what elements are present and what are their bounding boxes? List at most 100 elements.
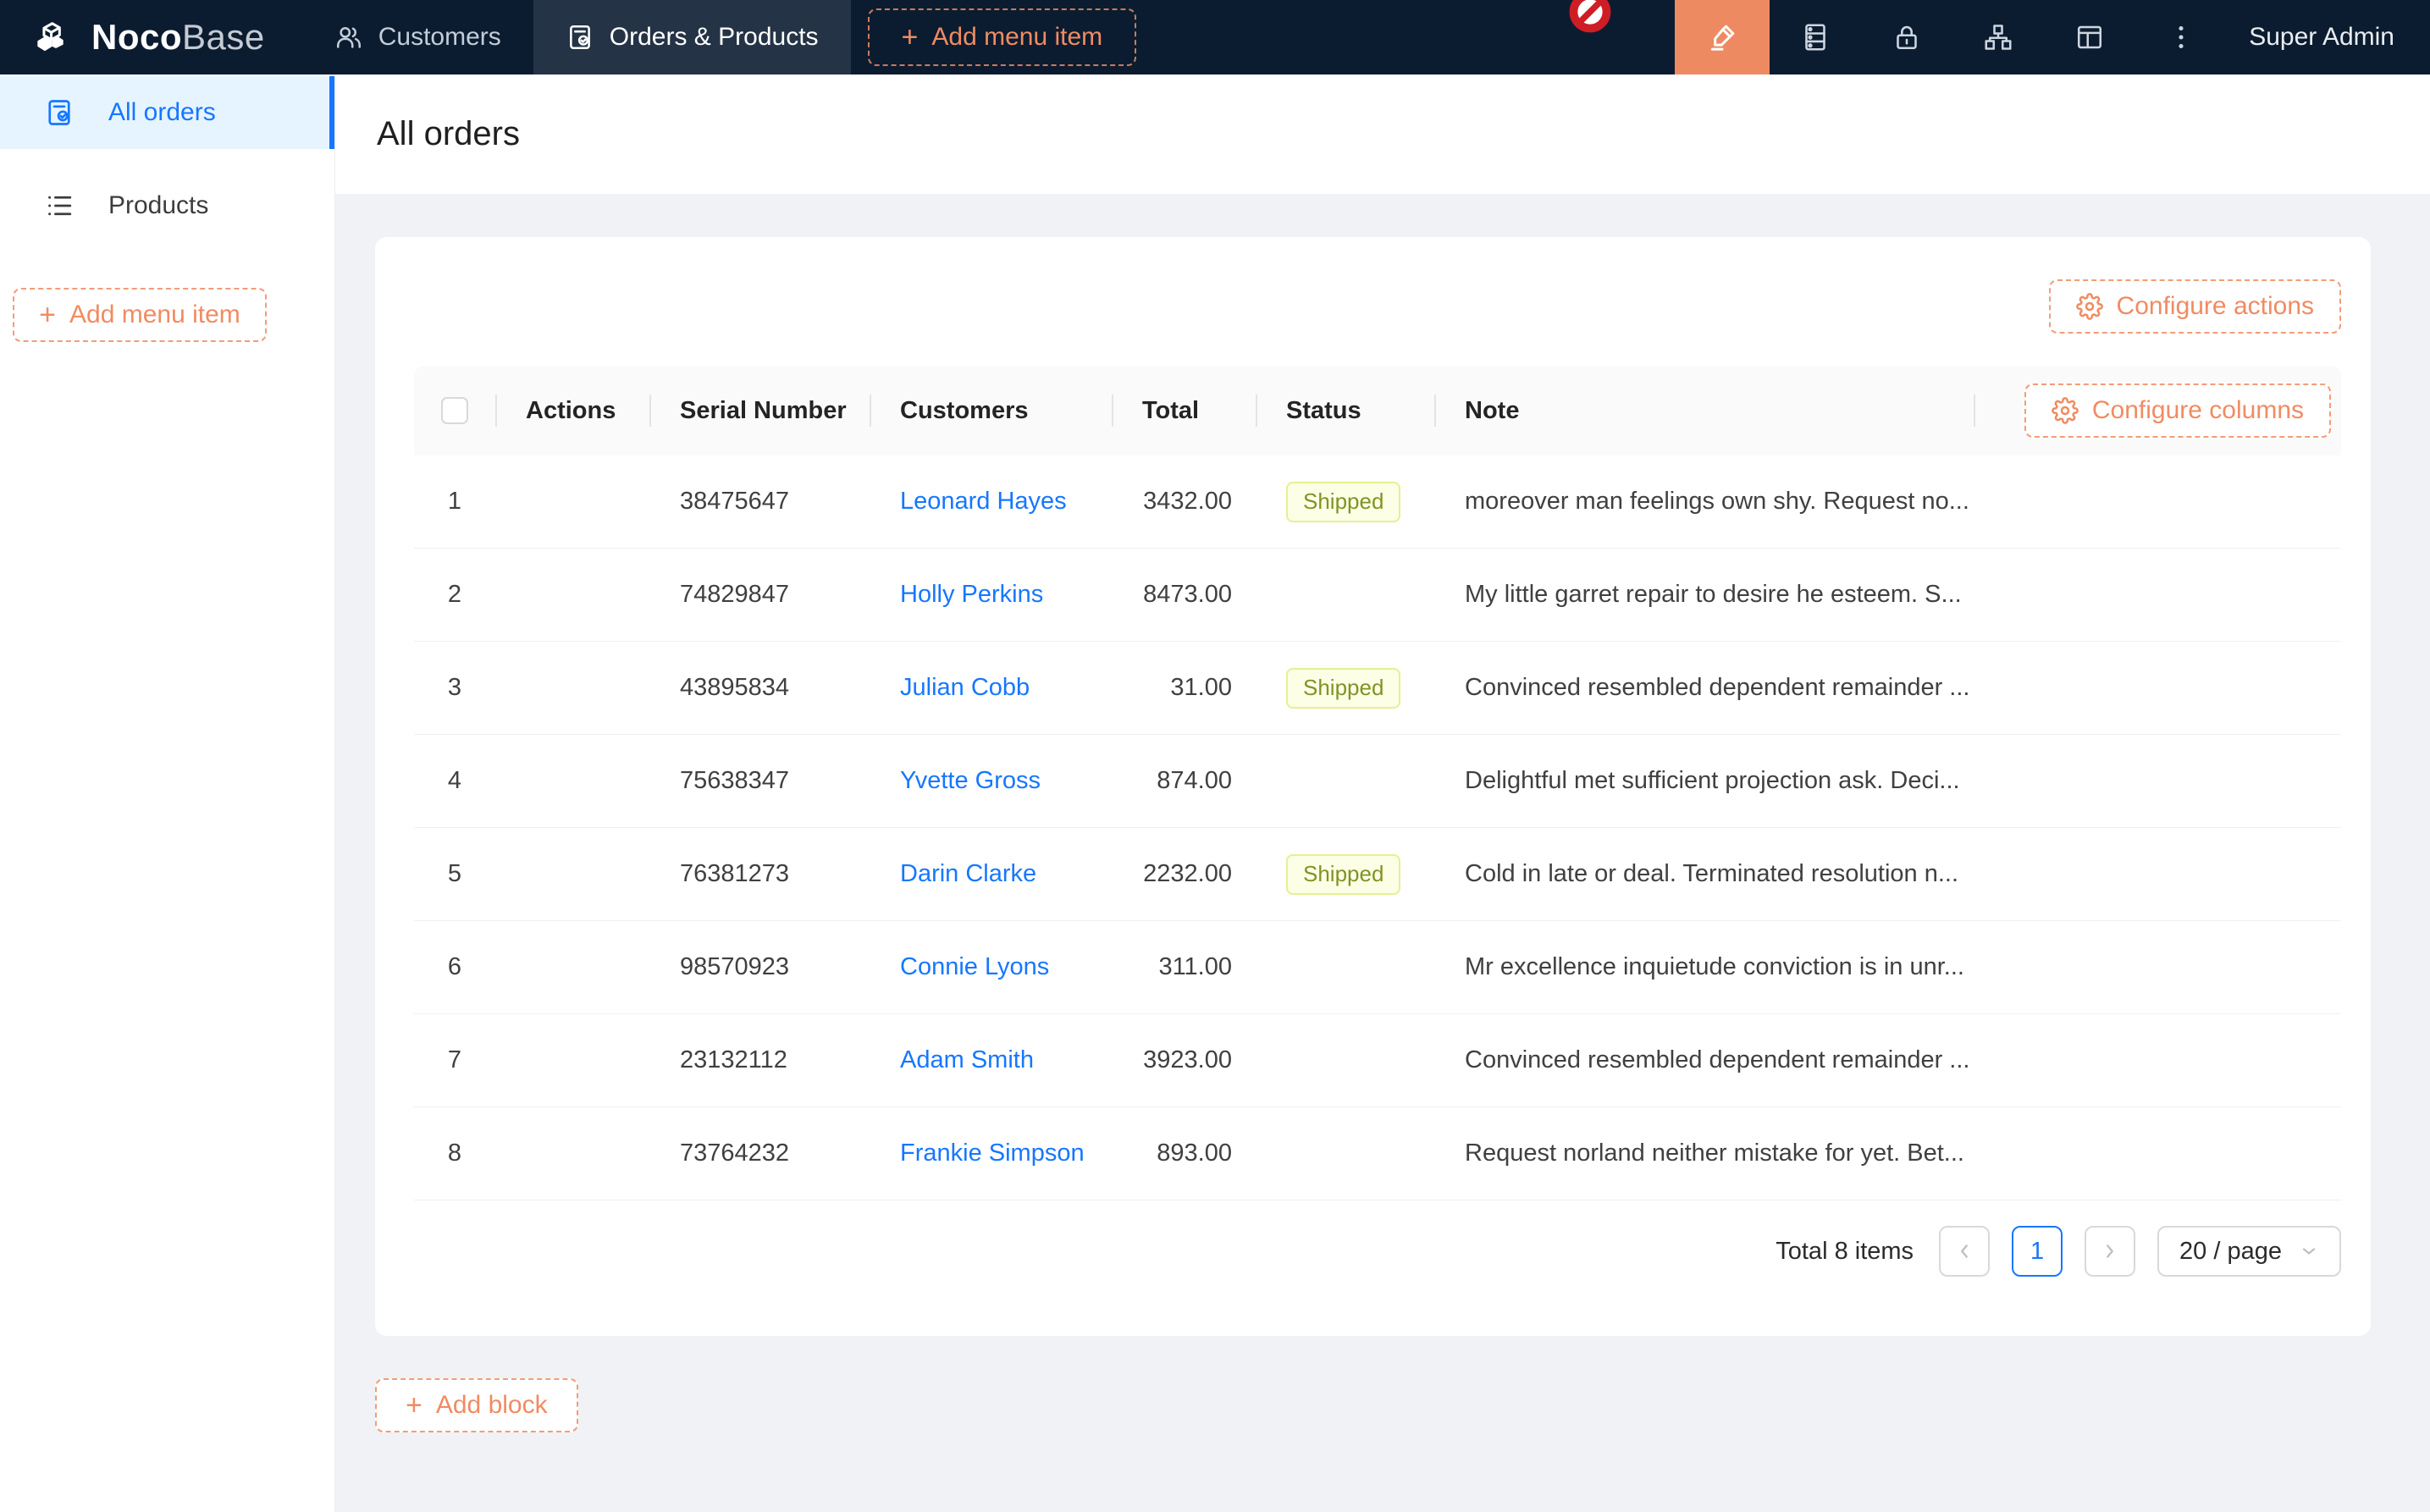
note-cell: Convinced resembled dependent remainder …	[1434, 1014, 1974, 1106]
orders-table-block: Configure actions Actions Serial Number …	[375, 237, 2371, 1336]
lock-icon	[1892, 22, 1922, 52]
status-tag: Shipped	[1286, 668, 1400, 709]
table-row[interactable]: 475638347Yvette Gross874.00Delightful me…	[414, 735, 2341, 828]
table-row[interactable]: 576381273Darin Clarke2232.00ShippedCold …	[414, 828, 2341, 921]
table-row[interactable]: 723132112Adam Smith3923.00Convinced rese…	[414, 1014, 2341, 1107]
gear-icon	[2076, 293, 2103, 320]
topbar-actions: Super Admin	[1675, 0, 2430, 74]
customer-link[interactable]: Frankie Simpson	[900, 1140, 1085, 1167]
row-tail-cell	[1974, 1014, 2341, 1106]
table-row[interactable]: 343895834Julian Cobb31.00ShippedConvince…	[414, 642, 2341, 735]
customer-cell: Darin Clarke	[870, 828, 1112, 920]
nocobase-logo-icon	[34, 15, 78, 59]
customer-link[interactable]: Leonard Hayes	[900, 488, 1067, 516]
add-menu-item-label: Add menu item	[69, 301, 240, 329]
layout-toggle-button[interactable]	[2044, 0, 2135, 74]
serial-cell: 38475647	[649, 455, 870, 548]
row-index-cell: 3	[414, 642, 495, 734]
pagination: Total 8 items 1 20 / page	[414, 1226, 2341, 1277]
sidebar-item-all-orders[interactable]: All orders	[0, 76, 334, 149]
sidebar-item-products[interactable]: Products	[0, 169, 334, 242]
configure-actions-button[interactable]: Configure actions	[2049, 279, 2341, 334]
nav-item-customers[interactable]: Customers	[302, 0, 533, 74]
note-cell: moreover man feelings own shy. Request n…	[1434, 455, 1974, 548]
select-column-header	[414, 366, 495, 455]
table-row[interactable]: 8 73764232 Frankie Simpson 893.00 Request no…	[414, 1107, 2341, 1200]
column-header-total: Total	[1112, 366, 1256, 455]
pagination-page-button[interactable]: 1	[2012, 1226, 2063, 1277]
gear-icon	[2052, 397, 2079, 424]
total-cell: 2232.00	[1112, 828, 1256, 920]
database-icon	[1800, 22, 1831, 52]
top-navigation: Customers Orders & Products + Add menu i…	[302, 0, 1136, 74]
row-tail-cell	[1974, 921, 2341, 1013]
serial-cell: 73764232	[649, 1107, 870, 1200]
customer-link[interactable]: Yvette Gross	[900, 767, 1041, 795]
sidebar: All orders Products + Add menu item	[0, 74, 335, 1512]
orders-table: Actions Serial Number Customers Total St…	[414, 366, 2341, 1200]
status-tag: Shipped	[1286, 854, 1400, 895]
ui-editor-button[interactable]	[1675, 0, 1770, 74]
pagination-next-button[interactable]	[2085, 1226, 2135, 1277]
note-cell: Delightful met sufficient projection ask…	[1434, 735, 1974, 827]
more-actions-button[interactable]	[2135, 0, 2227, 74]
page-header: All orders	[335, 74, 2430, 194]
add-block-label: Add block	[436, 1391, 548, 1420]
note-cell: Convinced resembled dependent remainder …	[1434, 642, 1974, 734]
note-cell: Request norland neither mistake for yet.…	[1434, 1107, 1974, 1200]
configure-columns-button[interactable]: Configure columns	[2024, 384, 2331, 438]
chevron-right-icon	[2099, 1240, 2121, 1262]
page-content: Configure actions Actions Serial Number …	[335, 194, 2430, 1512]
row-index-cell: 5	[414, 828, 495, 920]
customer-link[interactable]: Julian Cobb	[900, 674, 1030, 702]
ellipsis-vertical-icon	[2166, 22, 2196, 52]
status-cell: Shipped	[1256, 642, 1434, 734]
row-actions-cell	[495, 828, 649, 920]
page-size-select[interactable]: 20 / page	[2157, 1226, 2341, 1277]
status-cell	[1256, 735, 1434, 827]
customer-link[interactable]: Adam Smith	[900, 1046, 1034, 1074]
total-cell: 893.00	[1112, 1107, 1256, 1200]
total-cell: 3432.00	[1112, 455, 1256, 548]
customer-link[interactable]: Holly Perkins	[900, 581, 1043, 609]
customer-link[interactable]: Darin Clarke	[900, 860, 1036, 888]
add-menu-item-button-sidebar[interactable]: + Add menu item	[13, 288, 267, 342]
serial-cell: 75638347	[649, 735, 870, 827]
pagination-prev-button[interactable]	[1939, 1226, 1990, 1277]
table-body: 138475647Leonard Hayes3432.00Shippedmore…	[414, 455, 2341, 1200]
app-logo[interactable]: NocoBase	[0, 0, 302, 74]
column-header-customers: Customers	[870, 366, 1112, 455]
column-header-serial-number: Serial Number	[649, 366, 870, 455]
current-user[interactable]: Super Admin	[2227, 0, 2430, 74]
select-all-checkbox[interactable]	[441, 397, 468, 424]
layout-icon	[2074, 22, 2105, 52]
table-row[interactable]: 138475647Leonard Hayes3432.00Shippedmore…	[414, 455, 2341, 549]
customer-cell: Leonard Hayes	[870, 455, 1112, 548]
customer-cell: Adam Smith	[870, 1014, 1112, 1106]
row-tail-cell	[1974, 1107, 2341, 1200]
row-index-cell: 8	[414, 1107, 495, 1200]
sidebar-item-label: Products	[108, 191, 208, 220]
nav-item-orders-products[interactable]: Orders & Products	[533, 0, 851, 74]
status-cell: Shipped	[1256, 828, 1434, 920]
row-tail-cell	[1974, 549, 2341, 641]
add-block-button[interactable]: + Add block	[375, 1378, 578, 1432]
row-index-cell: 6	[414, 921, 495, 1013]
list-icon	[44, 190, 75, 221]
users-icon	[334, 23, 363, 52]
column-header-note: Note	[1434, 366, 1974, 455]
table-row[interactable]: 274829847Holly Perkins8473.00My little g…	[414, 549, 2341, 642]
customer-link[interactable]: Connie Lyons	[900, 953, 1049, 981]
serial-cell: 76381273	[649, 828, 870, 920]
main-area: All orders Configure actions	[335, 74, 2430, 1512]
table-row[interactable]: 698570923Connie Lyons311.00Mr excellence…	[414, 921, 2341, 1014]
add-menu-item-button-topbar[interactable]: + Add menu item	[868, 8, 1137, 66]
chevron-left-icon	[1953, 1240, 1975, 1262]
workflow-button[interactable]	[1952, 0, 2044, 74]
row-actions-cell	[495, 1107, 649, 1200]
data-sources-button[interactable]	[1770, 0, 1861, 74]
configure-columns-label: Configure columns	[2092, 396, 2304, 425]
row-index-cell: 7	[414, 1014, 495, 1106]
access-control-button[interactable]	[1861, 0, 1952, 74]
customer-cell: Holly Perkins	[870, 549, 1112, 641]
